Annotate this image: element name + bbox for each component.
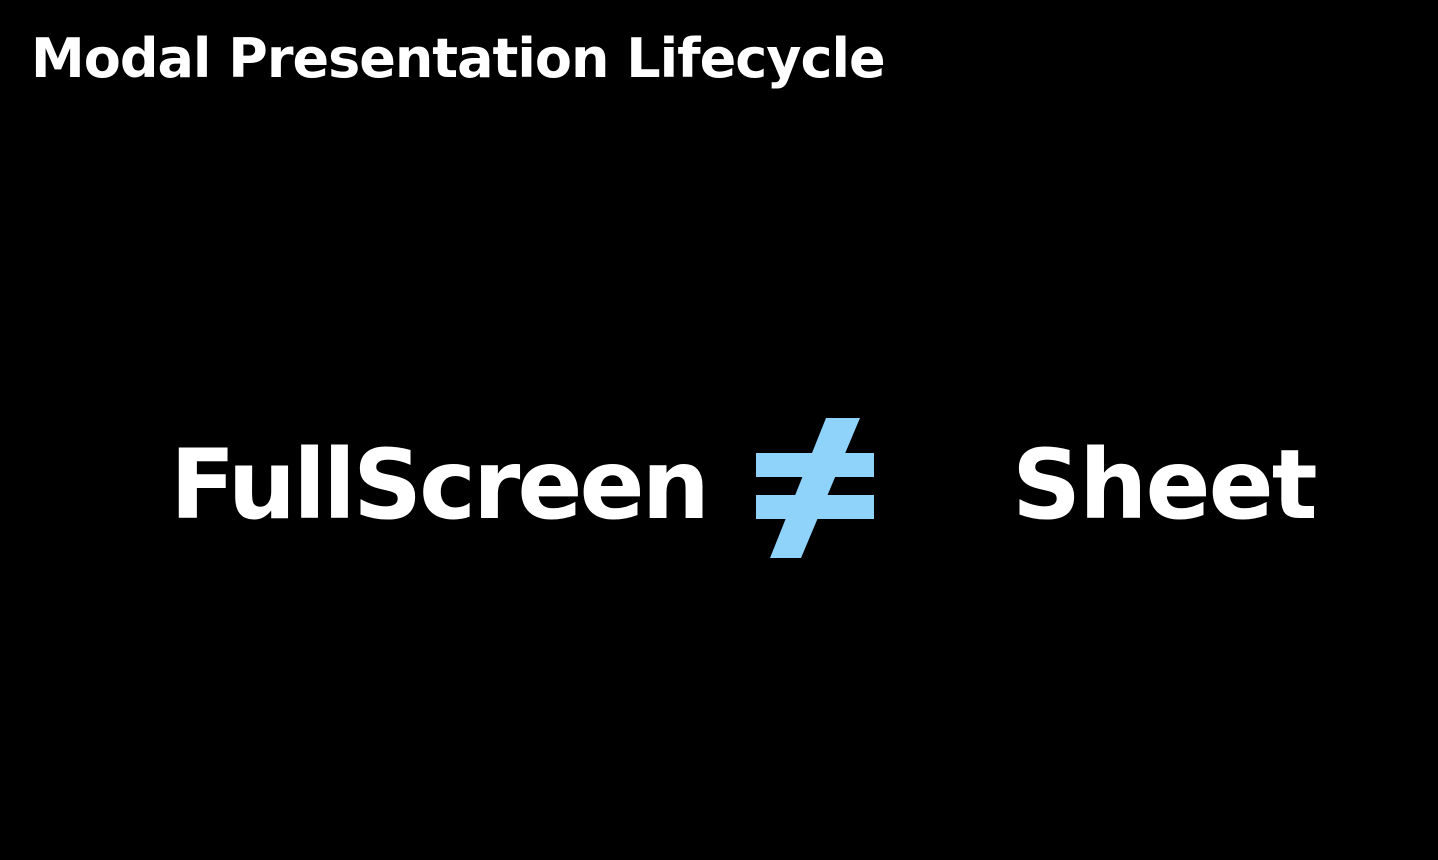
not-equal-icon bbox=[756, 418, 874, 558]
sheet-term: Sheet bbox=[1012, 429, 1318, 541]
not-equal-slash bbox=[770, 418, 860, 558]
slide-title: Modal Presentation Lifecycle bbox=[31, 27, 886, 90]
slide: Modal Presentation Lifecycle FullScreen … bbox=[0, 0, 1438, 860]
fullscreen-term: FullScreen bbox=[170, 429, 710, 541]
